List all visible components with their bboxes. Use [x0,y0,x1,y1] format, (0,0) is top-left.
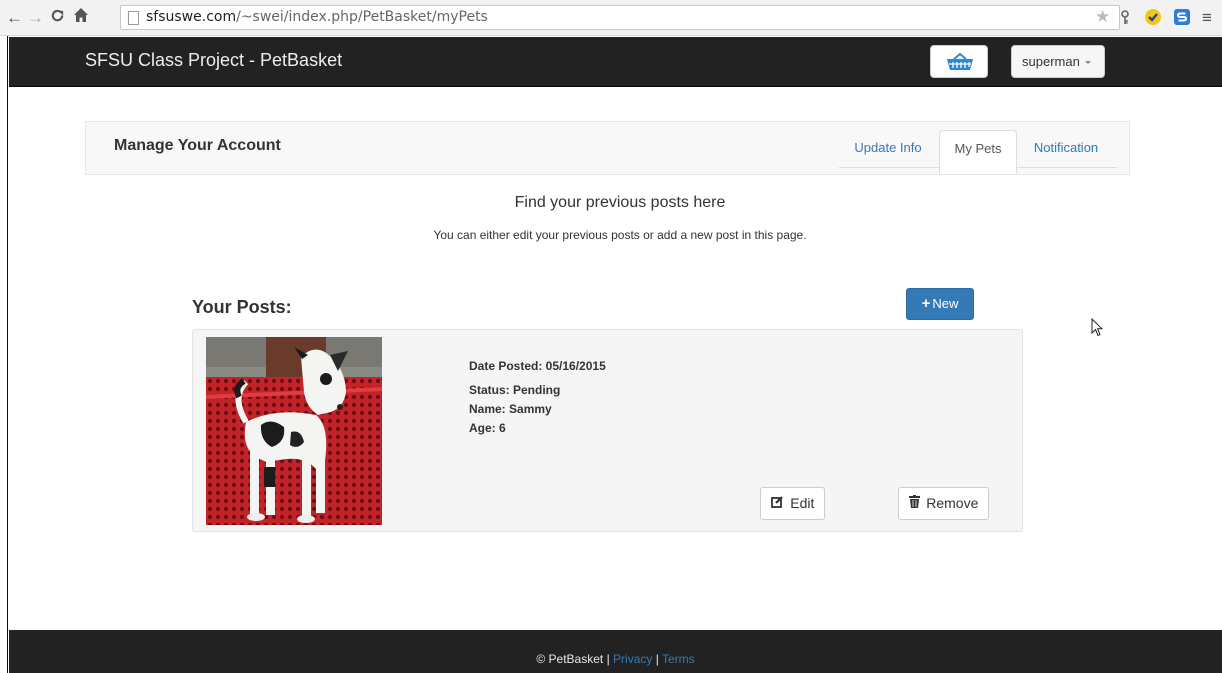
page-subheading: You can either edit your previous posts … [433,228,807,242]
tab-my-pets[interactable]: My Pets [939,130,1017,174]
extension-check-icon[interactable] [1145,9,1161,25]
user-menu-button[interactable]: superman [1011,45,1105,78]
tab-notification[interactable]: Notification [1022,130,1110,174]
browser-menu-icon[interactable]: ≡ [1202,8,1212,28]
page-icon [128,11,139,25]
footer-separator: | [606,652,610,666]
remove-button[interactable]: Remove [898,487,989,520]
edit-label: Edit [790,495,815,511]
url-text: sfsuswe.com/~swei/index.php/PetBasket/my… [146,9,488,25]
trash-icon [908,495,924,511]
edit-icon [770,496,788,511]
remove-label: Remove [926,495,979,511]
account-title: Manage Your Account [114,137,281,154]
window-edge [0,36,8,673]
post-details: Date Posted: 05/16/2015 Status: Pending … [469,357,606,438]
account-panel: Manage Your Account Update Info My Pets … [85,121,1130,175]
post-date: Date Posted: 05/16/2015 [469,359,606,373]
new-post-button[interactable]: + New [906,288,974,320]
basket-button[interactable] [930,45,988,78]
mouse-cursor-icon [1091,317,1104,342]
page-heading: Find your previous posts here [514,194,726,211]
posts-title: Your Posts: [192,297,292,317]
extension-s-icon[interactable] [1174,9,1190,25]
edit-button[interactable]: Edit [760,487,825,520]
privacy-link[interactable]: Privacy [613,652,652,666]
terms-link[interactable]: Terms [662,652,695,666]
plus-icon: + [921,295,931,312]
site-navbar: SFSU Class Project - PetBasket superman [9,37,1222,87]
tab-update-info[interactable]: Update Info [842,130,934,174]
key-extension-icon[interactable] [1119,10,1131,25]
chevron-down-icon [1084,61,1091,65]
post-status: Status: Pending [469,383,561,397]
post-pet-name: Name: Sammy [469,402,552,416]
browser-toolbar: ← → sfsuswe.com/~swei/index.php/PetBaske… [0,0,1222,36]
address-bar[interactable]: sfsuswe.com/~swei/index.php/PetBasket/my… [120,5,1120,30]
back-icon[interactable]: ← [6,8,23,28]
new-post-label: New [932,296,959,311]
footer-copyright: © PetBasket [536,652,604,666]
reload-icon[interactable] [50,8,65,28]
site-brand[interactable]: SFSU Class Project - PetBasket [85,50,342,71]
site-footer: © PetBasket | Privacy | Terms [9,630,1222,673]
footer-separator: | [655,652,659,666]
user-menu-label: superman [1022,54,1080,69]
basket-icon [945,52,975,77]
post-card: Date Posted: 05/16/2015 Status: Pending … [192,329,1023,532]
forward-icon[interactable]: → [27,8,44,28]
bookmark-star-icon[interactable]: ★ [1095,7,1110,27]
post-pet-age: Age: 6 [469,421,506,435]
home-icon[interactable] [73,7,89,28]
pet-photo [206,337,382,525]
